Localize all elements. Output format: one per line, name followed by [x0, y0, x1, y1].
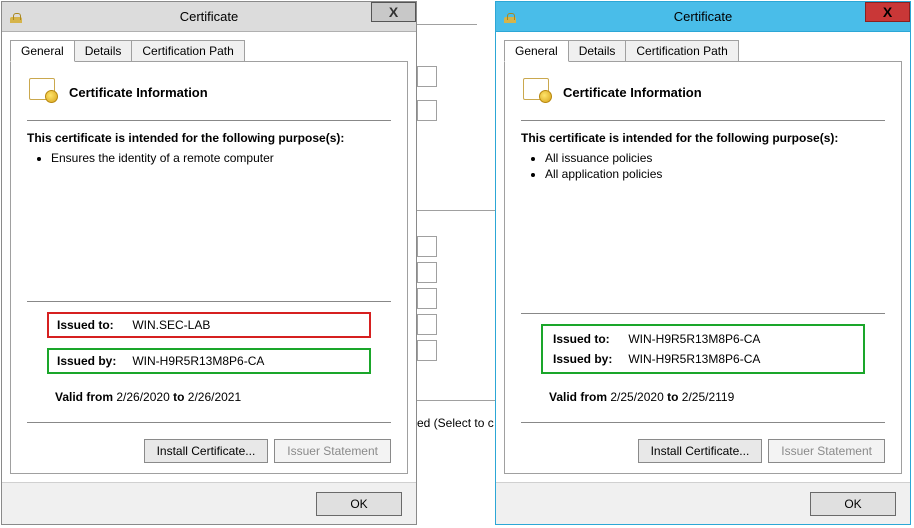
issuer-statement-button: Issuer Statement	[274, 439, 391, 463]
certificate-info-heading: Certificate Information	[69, 85, 208, 100]
purpose-list: Ensures the identity of a remote compute…	[51, 151, 391, 167]
ok-button[interactable]: OK	[810, 492, 896, 516]
panel-button-row: Install Certificate... Issuer Statement	[27, 439, 391, 463]
issued-to-value: WIN-H9R5R13M8P6-CA	[628, 332, 760, 346]
divider	[27, 120, 391, 121]
valid-to-label: to	[173, 390, 184, 404]
window-title: Certificate	[496, 9, 910, 24]
issued-by-row: Issued by: WIN-H9R5R13M8P6-CA	[551, 350, 855, 368]
ok-button[interactable]: OK	[316, 492, 402, 516]
issued-to-label: Issued to:	[553, 332, 625, 346]
divider	[521, 422, 885, 423]
issued-by-value: WIN-H9R5R13M8P6-CA	[628, 352, 760, 366]
purpose-item: All issuance policies	[545, 151, 885, 165]
issuer-statement-button: Issuer Statement	[768, 439, 885, 463]
tab-details[interactable]: Details	[568, 40, 627, 61]
divider	[27, 301, 391, 302]
issued-by-row: Issued by: WIN-H9R5R13M8P6-CA	[47, 348, 371, 374]
valid-to-value: 2/25/2119	[682, 390, 735, 404]
certificate-icon	[8, 9, 24, 25]
tab-panel-general: Certificate Information This certificate…	[10, 61, 408, 474]
divider	[521, 313, 885, 314]
issued-to-value: WIN.SEC-LAB	[132, 318, 210, 332]
purpose-item: Ensures the identity of a remote compute…	[51, 151, 391, 165]
tab-panel-general: Certificate Information This certificate…	[504, 61, 902, 474]
issued-by-label: Issued by:	[57, 354, 129, 368]
validity-row: Valid from 2/26/2020 to 2/26/2021	[55, 390, 371, 404]
certificate-icon	[502, 9, 518, 25]
tabstrip: General Details Certification Path	[10, 40, 408, 61]
validity-row: Valid from 2/25/2020 to 2/25/2119	[549, 390, 865, 404]
tabstrip: General Details Certification Path	[504, 40, 902, 61]
issued-highlight-group: Issued to: WIN-H9R5R13M8P6-CA Issued by:…	[541, 324, 865, 374]
certificate-window-right: Certificate X General Details Certificat…	[495, 1, 911, 525]
window-body: General Details Certification Path Certi…	[496, 32, 910, 482]
install-certificate-button[interactable]: Install Certificate...	[144, 439, 269, 463]
purpose-list: All issuance policies All application po…	[545, 151, 885, 183]
window-footer: OK	[496, 482, 910, 524]
install-certificate-button[interactable]: Install Certificate...	[638, 439, 763, 463]
tab-details[interactable]: Details	[74, 40, 133, 61]
background-partial-text: ed (Select to c	[417, 416, 494, 430]
close-button[interactable]: X	[865, 2, 910, 22]
issued-to-label: Issued to:	[57, 318, 129, 332]
divider	[27, 422, 391, 423]
window-title: Certificate	[2, 9, 416, 24]
purpose-heading: This certificate is intended for the fol…	[521, 131, 885, 145]
certificate-badge-icon	[521, 76, 553, 108]
tab-certification-path[interactable]: Certification Path	[625, 40, 738, 61]
certificate-info-heading: Certificate Information	[563, 85, 702, 100]
certificate-badge-icon	[27, 76, 59, 108]
tab-certification-path[interactable]: Certification Path	[131, 40, 244, 61]
purpose-heading: This certificate is intended for the fol…	[27, 131, 391, 145]
tab-general[interactable]: General	[10, 40, 75, 62]
divider	[521, 120, 885, 121]
valid-to-label: to	[667, 390, 678, 404]
valid-to-value: 2/26/2021	[188, 390, 241, 404]
window-body: General Details Certification Path Certi…	[2, 32, 416, 482]
titlebar[interactable]: Certificate X	[496, 2, 910, 32]
issued-by-label: Issued by:	[553, 352, 625, 366]
issued-to-row: Issued to: WIN-H9R5R13M8P6-CA	[551, 330, 855, 348]
tab-general[interactable]: General	[504, 40, 569, 62]
issued-to-row: Issued to: WIN.SEC-LAB	[47, 312, 371, 338]
titlebar[interactable]: Certificate X	[2, 2, 416, 32]
valid-from-label: Valid from	[55, 390, 113, 404]
close-button[interactable]: X	[371, 2, 416, 22]
certificate-window-left: Certificate X General Details Certificat…	[1, 1, 417, 525]
valid-from-value: 2/26/2020	[116, 390, 169, 404]
valid-from-label: Valid from	[549, 390, 607, 404]
panel-button-row: Install Certificate... Issuer Statement	[521, 439, 885, 463]
window-footer: OK	[2, 482, 416, 524]
purpose-item: All application policies	[545, 167, 885, 181]
issued-by-value: WIN-H9R5R13M8P6-CA	[132, 354, 264, 368]
valid-from-value: 2/25/2020	[610, 390, 663, 404]
